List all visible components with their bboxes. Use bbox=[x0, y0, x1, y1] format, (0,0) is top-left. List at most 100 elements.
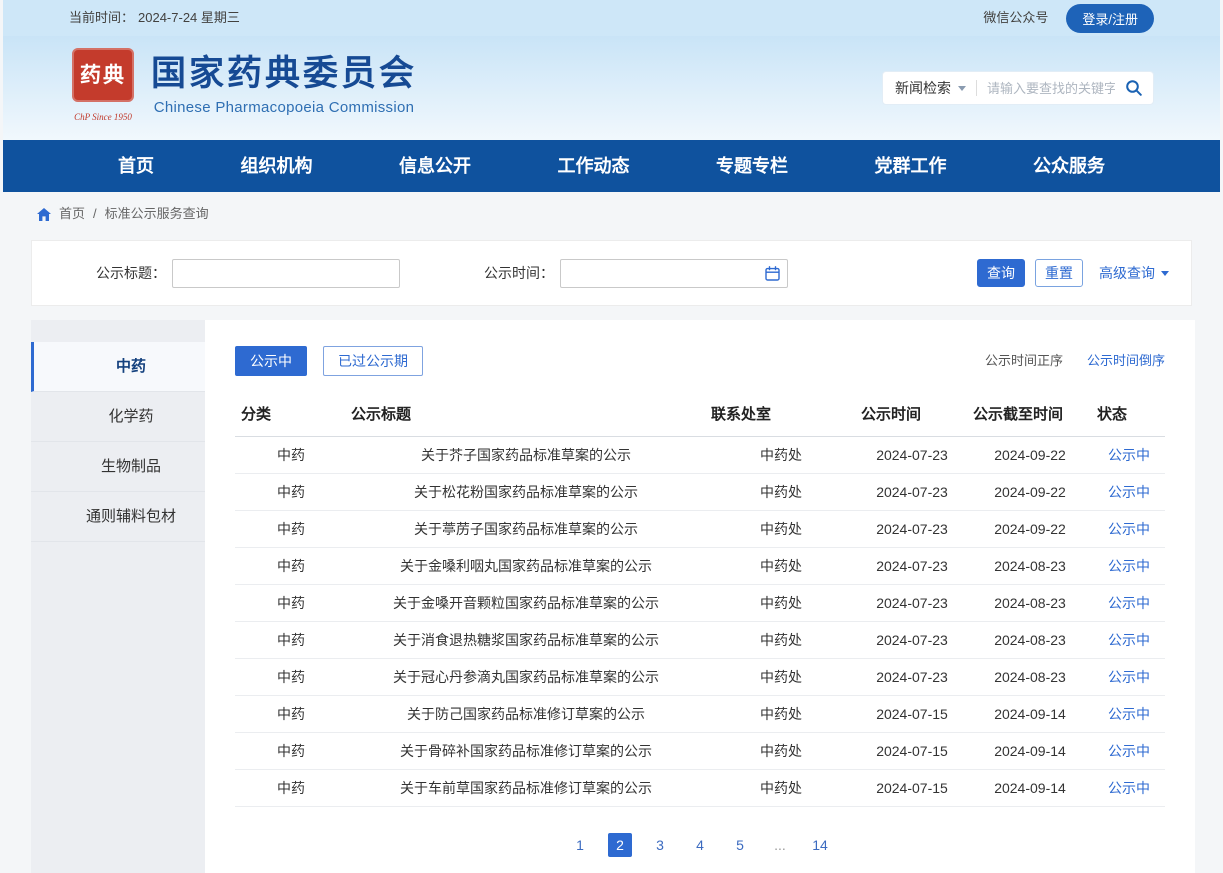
notice-table: 分类公示标题联系处室公示时间公示截至时间状态 中药关于芥子国家药品标准草案的公示… bbox=[235, 394, 1165, 807]
cell-department: 中药处 bbox=[705, 547, 855, 584]
sidebar-item-2[interactable]: 化学药 bbox=[31, 392, 205, 442]
site-title: 国家药典委员会 bbox=[151, 56, 417, 93]
calendar-icon[interactable] bbox=[765, 266, 780, 281]
sort-asc-link[interactable]: 公示时间正序 bbox=[985, 349, 1063, 373]
cell-deadline: 2024-08-23 bbox=[967, 621, 1091, 658]
cell-status[interactable]: 公示中 bbox=[1091, 621, 1165, 658]
cell-status[interactable]: 公示中 bbox=[1091, 436, 1165, 473]
sidebar-item-4[interactable]: 通则辅料包材 bbox=[31, 492, 205, 542]
time-filter-field bbox=[554, 259, 788, 288]
cell-title[interactable]: 关于金嗓利咽丸国家药品标准草案的公示 bbox=[345, 547, 705, 584]
cell-publish-date: 2024-07-23 bbox=[855, 547, 967, 584]
cell-title[interactable]: 关于金嗓开音颗粒国家药品标准草案的公示 bbox=[345, 584, 705, 621]
nav-item-4[interactable]: 工作动态 bbox=[558, 154, 630, 178]
search-button[interactable] bbox=[1115, 72, 1153, 104]
cell-title[interactable]: 关于骨碎补国家药品标准修订草案的公示 bbox=[345, 732, 705, 769]
nav-item-3[interactable]: 信息公开 bbox=[399, 154, 471, 178]
cell-category: 中药 bbox=[235, 621, 345, 658]
wechat-link[interactable]: 微信公众号 bbox=[983, 6, 1048, 30]
status-tab-2[interactable]: 已过公示期 bbox=[323, 346, 423, 376]
cell-title[interactable]: 关于防己国家药品标准修订草案的公示 bbox=[345, 695, 705, 732]
status-tab-1[interactable]: 公示中 bbox=[235, 346, 307, 376]
pagination-page-3[interactable]: 3 bbox=[648, 833, 672, 857]
cell-department: 中药处 bbox=[705, 436, 855, 473]
title-filter-input[interactable] bbox=[172, 259, 400, 288]
cell-status[interactable]: 公示中 bbox=[1091, 510, 1165, 547]
cell-department: 中药处 bbox=[705, 769, 855, 806]
column-header: 公示时间 bbox=[855, 394, 967, 436]
cell-department: 中药处 bbox=[705, 621, 855, 658]
cell-status[interactable]: 公示中 bbox=[1091, 658, 1165, 695]
brand-text: 国家药典委员会 Chinese Pharmacopoeia Commission bbox=[151, 56, 417, 121]
cell-deadline: 2024-09-14 bbox=[967, 695, 1091, 732]
search-category-label: 新闻检索 bbox=[895, 76, 951, 100]
table-row: 中药关于葶苈子国家药品标准草案的公示中药处2024-07-232024-09-2… bbox=[235, 510, 1165, 547]
cell-category: 中药 bbox=[235, 732, 345, 769]
breadcrumb-home[interactable]: 首页 bbox=[59, 202, 85, 226]
login-register-button[interactable]: 登录/注册 bbox=[1066, 4, 1154, 33]
cell-department: 中药处 bbox=[705, 695, 855, 732]
sort-controls: 公示时间正序 公示时间倒序 bbox=[985, 349, 1165, 373]
cell-category: 中药 bbox=[235, 695, 345, 732]
cell-category: 中药 bbox=[235, 658, 345, 695]
divider bbox=[976, 80, 977, 96]
breadcrumb-separator: / bbox=[93, 202, 97, 226]
cell-status[interactable]: 公示中 bbox=[1091, 769, 1165, 806]
search-input[interactable] bbox=[987, 81, 1115, 96]
cell-title[interactable]: 关于芥子国家药品标准草案的公示 bbox=[345, 436, 705, 473]
pagination-page-4[interactable]: 4 bbox=[688, 833, 712, 857]
sidebar-item-1[interactable]: 中药 bbox=[31, 342, 205, 392]
cell-title[interactable]: 关于葶苈子国家药品标准草案的公示 bbox=[345, 510, 705, 547]
nav-item-7[interactable]: 公众服务 bbox=[1033, 154, 1105, 178]
time-filter-input[interactable] bbox=[560, 259, 788, 288]
query-button[interactable]: 查询 bbox=[977, 259, 1025, 287]
pagination-page-2[interactable]: 2 bbox=[608, 833, 632, 857]
search-icon bbox=[1125, 79, 1143, 97]
cell-department: 中药处 bbox=[705, 584, 855, 621]
breadcrumb: 首页 / 标准公示服务查询 bbox=[3, 192, 1220, 236]
cell-title[interactable]: 关于松花粉国家药品标准草案的公示 bbox=[345, 473, 705, 510]
cell-deadline: 2024-09-22 bbox=[967, 510, 1091, 547]
cell-publish-date: 2024-07-23 bbox=[855, 436, 967, 473]
page: 当前时间： 2024-7-24 星期三 微信公众号 登录/注册 药典 ChP S… bbox=[0, 0, 1223, 24]
title-filter-label: 公示标题： bbox=[96, 261, 166, 285]
cell-deadline: 2024-09-22 bbox=[967, 436, 1091, 473]
cell-category: 中药 bbox=[235, 473, 345, 510]
logo-seal-icon: 药典 bbox=[72, 48, 134, 102]
site-header: 药典 ChP Since 1950 国家药典委员会 Chinese Pharma… bbox=[3, 36, 1220, 140]
cell-title[interactable]: 关于消食退热糖浆国家药品标准草案的公示 bbox=[345, 621, 705, 658]
cell-title[interactable]: 关于车前草国家药品标准修订草案的公示 bbox=[345, 769, 705, 806]
cell-status[interactable]: 公示中 bbox=[1091, 584, 1165, 621]
table-header-row: 分类公示标题联系处室公示时间公示截至时间状态 bbox=[235, 394, 1165, 436]
column-header: 状态 bbox=[1091, 394, 1165, 436]
home-icon[interactable] bbox=[37, 208, 51, 221]
pagination-page-5[interactable]: 5 bbox=[728, 833, 752, 857]
advanced-search-link[interactable]: 高级查询 bbox=[1099, 261, 1169, 285]
brand[interactable]: 药典 ChP Since 1950 国家药典委员会 Chinese Pharma… bbox=[69, 48, 417, 129]
sort-desc-link[interactable]: 公示时间倒序 bbox=[1087, 349, 1165, 373]
column-header: 公示标题 bbox=[345, 394, 705, 436]
cell-status[interactable]: 公示中 bbox=[1091, 547, 1165, 584]
pagination-page-1[interactable]: 1 bbox=[568, 833, 592, 857]
cell-publish-date: 2024-07-23 bbox=[855, 584, 967, 621]
cell-status[interactable]: 公示中 bbox=[1091, 473, 1165, 510]
cell-category: 中药 bbox=[235, 510, 345, 547]
sidebar-item-3[interactable]: 生物制品 bbox=[31, 442, 205, 492]
table-row: 中药关于消食退热糖浆国家药品标准草案的公示中药处2024-07-232024-0… bbox=[235, 621, 1165, 658]
pagination-ellipsis: ... bbox=[768, 833, 792, 857]
filter-actions: 查询 重置 高级查询 bbox=[977, 259, 1169, 287]
nav-item-1[interactable]: 首页 bbox=[118, 154, 154, 178]
cell-title[interactable]: 关于冠心丹参滴丸国家药品标准草案的公示 bbox=[345, 658, 705, 695]
cell-status[interactable]: 公示中 bbox=[1091, 695, 1165, 732]
reset-button[interactable]: 重置 bbox=[1035, 259, 1083, 287]
pagination-page-14[interactable]: 14 bbox=[808, 833, 832, 857]
cell-status[interactable]: 公示中 bbox=[1091, 732, 1165, 769]
nav-item-2[interactable]: 组织机构 bbox=[241, 154, 313, 178]
nav-item-6[interactable]: 党群工作 bbox=[875, 154, 947, 178]
nav-item-5[interactable]: 专题专栏 bbox=[716, 154, 788, 178]
tabs-row: 公示中已过公示期 公示时间正序 公示时间倒序 bbox=[235, 346, 1165, 376]
search-category-dropdown[interactable]: 新闻检索 bbox=[895, 76, 966, 100]
time-filter-label: 公示时间： bbox=[484, 261, 554, 285]
filter-panel: 公示标题： 公示时间： 查询 重置 高级查询 bbox=[31, 240, 1192, 306]
table-row: 中药关于金嗓开音颗粒国家药品标准草案的公示中药处2024-07-232024-0… bbox=[235, 584, 1165, 621]
